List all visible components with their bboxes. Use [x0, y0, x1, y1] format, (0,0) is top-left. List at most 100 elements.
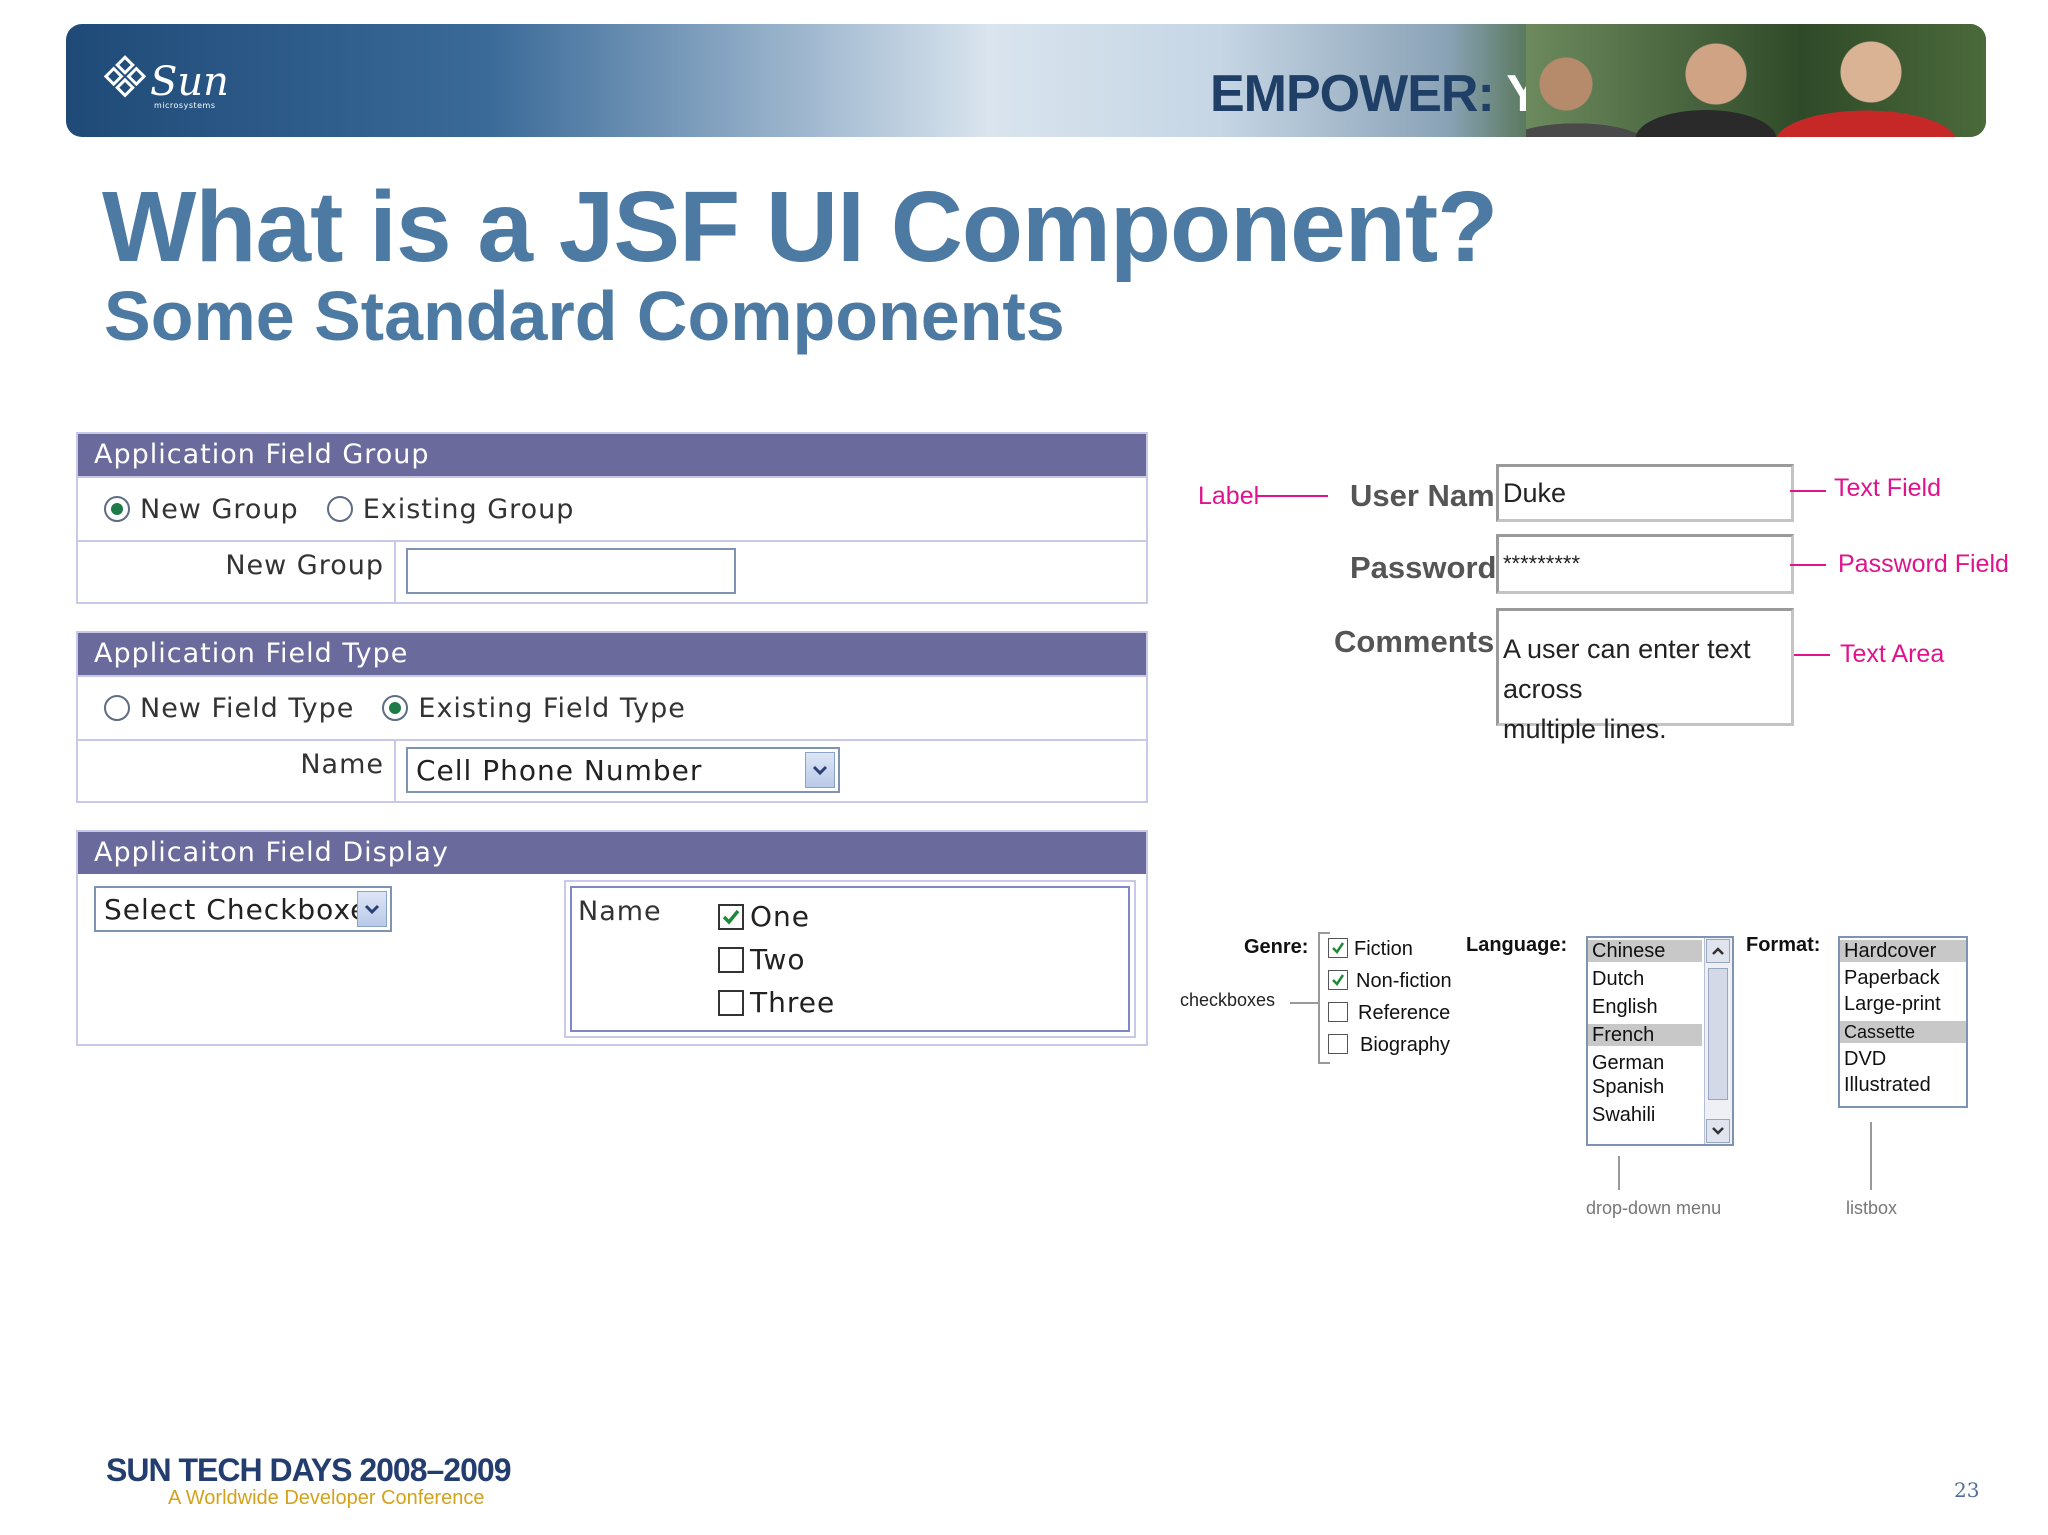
field-group-panel: Application Field Group New Group Existi…	[76, 432, 1148, 604]
callout-line	[1790, 564, 1826, 566]
sun-logo: Sun microsystems	[103, 54, 236, 110]
dropdown-pointer	[1618, 1156, 1620, 1190]
radio-existing-field-type[interactable]	[382, 695, 409, 721]
language-option[interactable]: Swahili	[1588, 1104, 1655, 1126]
format-option[interactable]: Hardcover	[1840, 940, 1966, 962]
checkbox-three[interactable]: Three	[718, 986, 835, 1019]
format-label: Format:	[1746, 934, 1821, 956]
password-label: Password:	[1350, 550, 1507, 585]
genre-option-label: Fiction	[1354, 938, 1413, 960]
password-input[interactable]: *********	[1496, 534, 1794, 594]
radio-label: New Group	[140, 493, 299, 525]
username-input[interactable]: Duke	[1496, 464, 1794, 522]
genre-bracket	[1318, 1062, 1330, 1064]
genre-nonfiction-checkbox[interactable]	[1328, 970, 1348, 990]
radio-row: New Field Type Existing Field Type	[78, 675, 1146, 739]
radio-existing-group[interactable]	[326, 496, 353, 522]
language-option[interactable]: Dutch	[1588, 968, 1644, 990]
textarea-line: A user can enter text across	[1503, 634, 1751, 704]
format-listbox[interactable]: Hardcover Paperback Large-print Cassette…	[1838, 936, 1968, 1108]
slogan-part1: EMPOWER:	[1210, 65, 1495, 123]
checkbox-checked-icon[interactable]	[718, 903, 744, 930]
genre-bracket	[1318, 932, 1330, 934]
language-option[interactable]: German	[1588, 1052, 1664, 1074]
callout-line	[1256, 495, 1328, 497]
field-input-cell: Cell Phone Number	[396, 741, 850, 801]
listbox-pointer	[1870, 1122, 1872, 1190]
page-number: 23	[1954, 1478, 1980, 1502]
listbox-note: listbox	[1846, 1198, 1898, 1218]
callout-text-field: Text Field	[1834, 474, 1941, 502]
genre-bracket	[1318, 932, 1320, 1064]
checkbox-group-label: Name	[578, 896, 662, 927]
checkbox-empty-icon[interactable]	[718, 989, 744, 1016]
field-label: New Group	[78, 542, 396, 602]
field-label: Name	[78, 741, 396, 801]
checkboxes-note: checkboxes	[1180, 990, 1276, 1010]
field-type-panel: Application Field Type New Field Type Ex…	[76, 631, 1148, 803]
genre-reference-checkbox[interactable]	[1328, 1002, 1348, 1022]
callout-text-area: Text Area	[1840, 640, 1945, 668]
checkbox-two[interactable]: Two	[718, 943, 806, 976]
new-group-input[interactable]	[406, 548, 736, 594]
language-option[interactable]: Chinese	[1588, 940, 1702, 962]
banner-photo	[1526, 24, 1986, 137]
language-scrollbar[interactable]	[1704, 938, 1732, 1144]
select-value: Select Checkboxes	[104, 892, 384, 926]
dropdown-note: drop-down menu	[1586, 1198, 1722, 1218]
field-row: Name Cell Phone Number	[78, 739, 1146, 801]
header-banner: Sun microsystems EMPOWER: YOU	[66, 24, 1986, 137]
language-option[interactable]: English	[1588, 996, 1658, 1018]
panel-header: Application Field Group	[78, 434, 1146, 476]
field-row: New Group	[78, 540, 1146, 602]
checkbox-label: One	[750, 900, 811, 933]
radio-new-group[interactable]	[104, 496, 130, 522]
genre-option-label: Reference	[1358, 1002, 1451, 1024]
scroll-down-icon[interactable]	[1706, 1119, 1730, 1143]
chevron-down-icon[interactable]	[805, 752, 835, 788]
field-display-panel: Applicaiton Field Display Select Checkbo…	[76, 830, 1148, 1046]
format-option[interactable]: Paperback	[1840, 967, 1940, 989]
format-option[interactable]: Illustrated	[1840, 1074, 1931, 1096]
callout-line	[1790, 490, 1826, 492]
language-option[interactable]: Spanish	[1588, 1076, 1664, 1098]
callout-password-field: Password Field	[1838, 550, 2009, 578]
checkbox-one[interactable]: One	[718, 900, 810, 933]
display-select[interactable]: Select Checkboxes	[94, 886, 392, 932]
field-input-cell	[396, 542, 746, 602]
genre-fiction-checkbox[interactable]	[1328, 938, 1348, 958]
chevron-down-icon[interactable]	[357, 891, 387, 927]
logo-text: Sun	[150, 59, 229, 105]
checkboxes-pointer	[1290, 1002, 1318, 1004]
logo-subtext: microsystems	[154, 101, 216, 110]
sun-logo-icon	[98, 55, 152, 109]
checkbox-empty-icon[interactable]	[718, 946, 744, 973]
scroll-thumb[interactable]	[1708, 968, 1728, 1100]
format-option[interactable]: Large-print	[1840, 993, 1941, 1015]
callout-label: Label	[1198, 482, 1260, 510]
language-menu[interactable]: Chinese Dutch English French German Span…	[1586, 936, 1734, 1146]
genre-biography-checkbox[interactable]	[1328, 1034, 1348, 1054]
footer-brand: SUN TECH DAYS 2008–2009	[106, 1452, 511, 1488]
language-label: Language:	[1466, 934, 1568, 956]
name-select[interactable]: Cell Phone Number	[406, 747, 840, 793]
format-option[interactable]: Cassette	[1840, 1021, 1966, 1043]
callout-line	[1794, 654, 1830, 656]
radio-label: Existing Field Type	[418, 692, 686, 724]
radio-label: New Field Type	[140, 692, 355, 724]
checkbox-label: Two	[750, 943, 806, 976]
panel-header: Application Field Type	[78, 633, 1146, 675]
scroll-up-icon[interactable]	[1706, 939, 1730, 963]
radio-new-field-type[interactable]	[104, 695, 130, 721]
language-option[interactable]: French	[1588, 1024, 1702, 1046]
slide-subtitle: Some Standard Components	[104, 277, 1065, 355]
checkbox-frame: Name One Two Three	[564, 880, 1136, 1038]
textarea-line: multiple lines.	[1503, 714, 1667, 744]
comments-label: Comments:	[1334, 624, 1505, 659]
comments-textarea[interactable]: A user can enter text across multiple li…	[1496, 608, 1794, 744]
radio-label: Existing Group	[362, 493, 575, 525]
language-options: Chinese Dutch English French German Span…	[1588, 938, 1702, 1144]
radio-row: New Group Existing Group	[78, 476, 1146, 540]
format-option[interactable]: DVD	[1840, 1048, 1886, 1070]
genre-option-label: Biography	[1360, 1034, 1451, 1056]
